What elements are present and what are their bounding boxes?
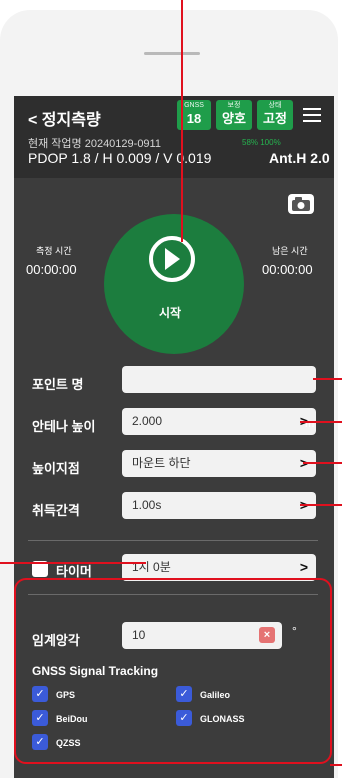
divider	[28, 540, 318, 541]
chevron-right-icon: >	[299, 559, 308, 575]
antenna-height-readout: Ant.H 2.0	[269, 150, 330, 166]
camera-icon[interactable]	[288, 194, 314, 214]
point-name-label: 포인트 명	[32, 377, 84, 392]
sheet-handle[interactable]	[144, 52, 200, 55]
annotation-line	[181, 0, 183, 242]
play-icon	[165, 248, 180, 270]
height-point-label: 높이지점	[32, 461, 80, 476]
annotation-line	[303, 462, 342, 464]
remaining-time-value: 00:00:00	[262, 262, 313, 277]
remaining-time-label: 남은 시간	[272, 246, 308, 256]
antenna-height-unit: m	[305, 418, 315, 430]
annotation-line	[0, 562, 146, 564]
annotation-line	[313, 378, 342, 380]
annotation-line	[300, 421, 342, 423]
fix-status-badge: 상태 고정	[257, 100, 293, 130]
antenna-height-value: 2.000	[132, 414, 163, 428]
hamburger-menu-icon[interactable]	[303, 108, 321, 122]
battery-status: 58% 100%	[242, 138, 281, 147]
interval-select[interactable]: 1.00s >	[122, 492, 316, 519]
elapsed-time-value: 00:00:00	[26, 262, 77, 277]
precision-readout: PDOP 1.8 / H 0.009 / V 0.019	[28, 150, 212, 166]
start-label: 시작	[159, 306, 182, 320]
annotation-line	[300, 504, 342, 506]
point-name-input[interactable]	[122, 366, 316, 393]
antenna-height-field[interactable]: 2.000 >	[122, 408, 316, 435]
back-button[interactable]: < 정지측량	[28, 106, 101, 130]
annotation-box	[14, 578, 332, 764]
height-point-value: 마운트 하단	[132, 456, 191, 470]
elapsed-time-label: 측정 시간	[36, 246, 72, 256]
interval-label: 취득간격	[32, 503, 80, 518]
antenna-height-label: 안테나 높이	[32, 419, 96, 434]
job-name: 현재 작업명 20240129-0911	[28, 138, 161, 150]
top-bar: < 정지측량 GNSS 18 보정 양호 상태 고정 현재 작업명 202401…	[14, 96, 334, 178]
interval-value: 1.00s	[132, 498, 162, 512]
height-point-select[interactable]: 마운트 하단 >	[122, 450, 316, 477]
annotation-line	[330, 764, 342, 766]
correction-badge: 보정 양호	[216, 100, 252, 130]
start-button[interactable]	[104, 214, 244, 354]
timer-select[interactable]: 1시 0분 >	[122, 554, 316, 581]
